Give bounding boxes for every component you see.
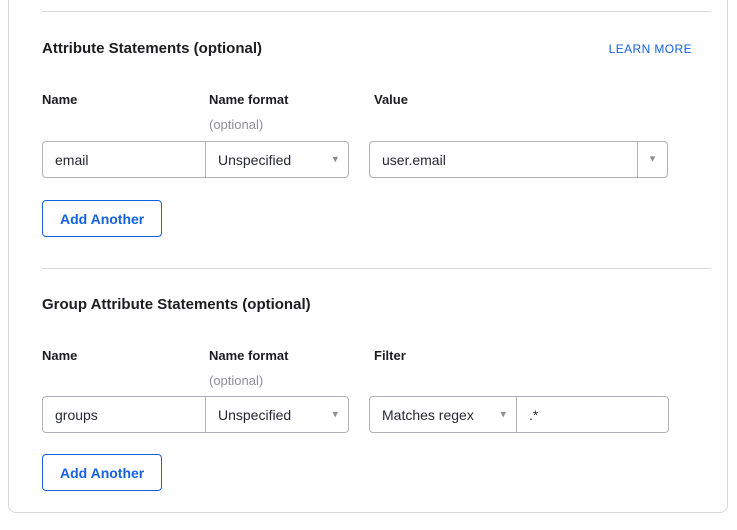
chevron-down-icon: ▾ <box>500 409 506 420</box>
attribute-value-input[interactable] <box>369 141 638 178</box>
section-divider <box>42 11 711 12</box>
column-header-name: Name <box>42 348 77 363</box>
group-attribute-name-input[interactable] <box>42 396 206 433</box>
column-header-name-format: Name format <box>209 92 288 107</box>
add-another-attribute-button[interactable]: Add Another <box>42 200 162 237</box>
group-name-format-select[interactable]: Unspecified ▾ <box>205 396 349 433</box>
column-header-optional-note: (optional) <box>209 117 263 132</box>
column-header-name: Name <box>42 92 77 107</box>
add-another-group-attribute-button[interactable]: Add Another <box>42 454 162 491</box>
attribute-name-format-value: Unspecified <box>218 152 291 168</box>
attribute-value-dropdown-toggle[interactable]: ▾ <box>637 141 668 178</box>
column-header-filter: Filter <box>374 348 406 363</box>
chevron-down-icon: ▾ <box>332 154 338 165</box>
learn-more-link[interactable]: LEARN MORE <box>609 42 692 56</box>
group-attribute-statements-title: Group Attribute Statements (optional) <box>42 296 311 313</box>
chevron-down-icon: ▾ <box>332 409 338 420</box>
section-divider <box>42 268 711 269</box>
group-filter-value-input[interactable] <box>516 396 669 433</box>
column-header-name-format: Name format <box>209 348 288 363</box>
attribute-name-input[interactable] <box>42 141 206 178</box>
attribute-statements-title: Attribute Statements (optional) <box>42 40 262 57</box>
saml-settings-card: Attribute Statements (optional) LEARN MO… <box>8 0 728 513</box>
group-filter-type-value: Matches regex <box>382 407 474 423</box>
column-header-value: Value <box>374 92 408 107</box>
attribute-name-format-select[interactable]: Unspecified ▾ <box>205 141 349 178</box>
chevron-down-icon: ▾ <box>650 154 656 165</box>
group-filter-type-select[interactable]: Matches regex ▾ <box>369 396 517 433</box>
column-header-optional-note: (optional) <box>209 373 263 388</box>
group-name-format-value: Unspecified <box>218 407 291 423</box>
